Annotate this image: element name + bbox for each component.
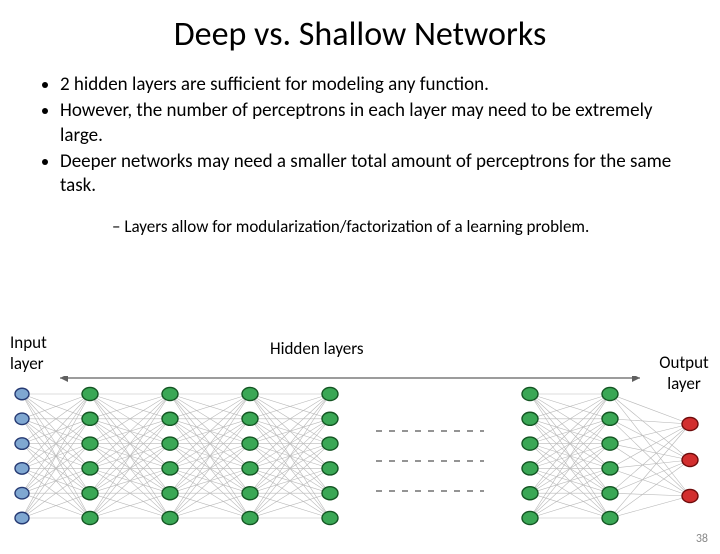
- neuron-node: [82, 487, 98, 500]
- neuron-node: [82, 437, 98, 450]
- neuron-node: [682, 417, 698, 430]
- label-input-layer: Input layer: [10, 332, 70, 374]
- neuron-node: [602, 437, 618, 450]
- connection-edge: [610, 424, 690, 493]
- sub-bullet-1: Layers allow for modularization/factoriz…: [112, 216, 690, 237]
- neuron-node: [15, 487, 29, 498]
- neuron-node: [522, 462, 538, 475]
- arrowhead-icon: [632, 376, 640, 382]
- neuron-node: [522, 511, 538, 524]
- connection-edge: [610, 424, 690, 518]
- neuron-node: [242, 412, 258, 425]
- neuron-node: [322, 437, 338, 450]
- neuron-node: [15, 413, 29, 424]
- slide-title: Deep vs. Shallow Networks: [0, 14, 720, 55]
- label-input-text: Input layer: [10, 332, 70, 374]
- neuron-node: [682, 489, 698, 502]
- neuron-node: [522, 387, 538, 400]
- neuron-node: [242, 487, 258, 500]
- connection-edge: [610, 496, 690, 518]
- neuron-node: [162, 412, 178, 425]
- neuron-node: [322, 511, 338, 524]
- connection-edge: [610, 460, 690, 518]
- bullet-3: Deeper networks may need a smaller total…: [60, 150, 690, 199]
- connection-edge: [610, 468, 690, 496]
- neuron-node: [162, 487, 178, 500]
- neuron-node: [242, 437, 258, 450]
- neuron-node: [602, 511, 618, 524]
- label-hidden-layers: Hidden layers: [270, 338, 364, 359]
- neuron-node: [82, 511, 98, 524]
- neuron-node: [322, 487, 338, 500]
- neuron-node: [682, 453, 698, 466]
- connection-edge: [610, 460, 690, 468]
- neuron-node: [162, 511, 178, 524]
- neuron-node: [162, 437, 178, 450]
- neuron-node: [82, 387, 98, 400]
- neuron-node: [602, 412, 618, 425]
- neuron-node: [322, 412, 338, 425]
- connection-edge: [610, 493, 690, 496]
- connection-edge: [610, 419, 690, 460]
- bullet-list: 2 hidden layers are sufficient for model…: [42, 73, 690, 199]
- neuron-node: [15, 438, 29, 449]
- sub-bullet-list: Layers allow for modularization/factoriz…: [72, 216, 690, 237]
- arrowhead-icon: [60, 376, 68, 382]
- neuron-node: [162, 462, 178, 475]
- neuron-node: [15, 512, 29, 523]
- neuron-node: [242, 387, 258, 400]
- neuron-node: [15, 388, 29, 399]
- neuron-node: [522, 412, 538, 425]
- neuron-node: [82, 412, 98, 425]
- neuron-node: [82, 462, 98, 475]
- neuron-node: [15, 463, 29, 474]
- neuron-node: [602, 487, 618, 500]
- neuron-node: [242, 511, 258, 524]
- neuron-node: [242, 462, 258, 475]
- bullet-1: 2 hidden layers are sufficient for model…: [60, 73, 690, 97]
- page-number: 38: [696, 532, 708, 546]
- neuron-node: [522, 487, 538, 500]
- network-diagram: [0, 376, 720, 536]
- neuron-node: [602, 462, 618, 475]
- neuron-node: [322, 387, 338, 400]
- neuron-node: [162, 387, 178, 400]
- neuron-node: [322, 462, 338, 475]
- neuron-node: [602, 387, 618, 400]
- bullet-2: However, the number of perceptrons in ea…: [60, 99, 690, 148]
- neuron-node: [522, 437, 538, 450]
